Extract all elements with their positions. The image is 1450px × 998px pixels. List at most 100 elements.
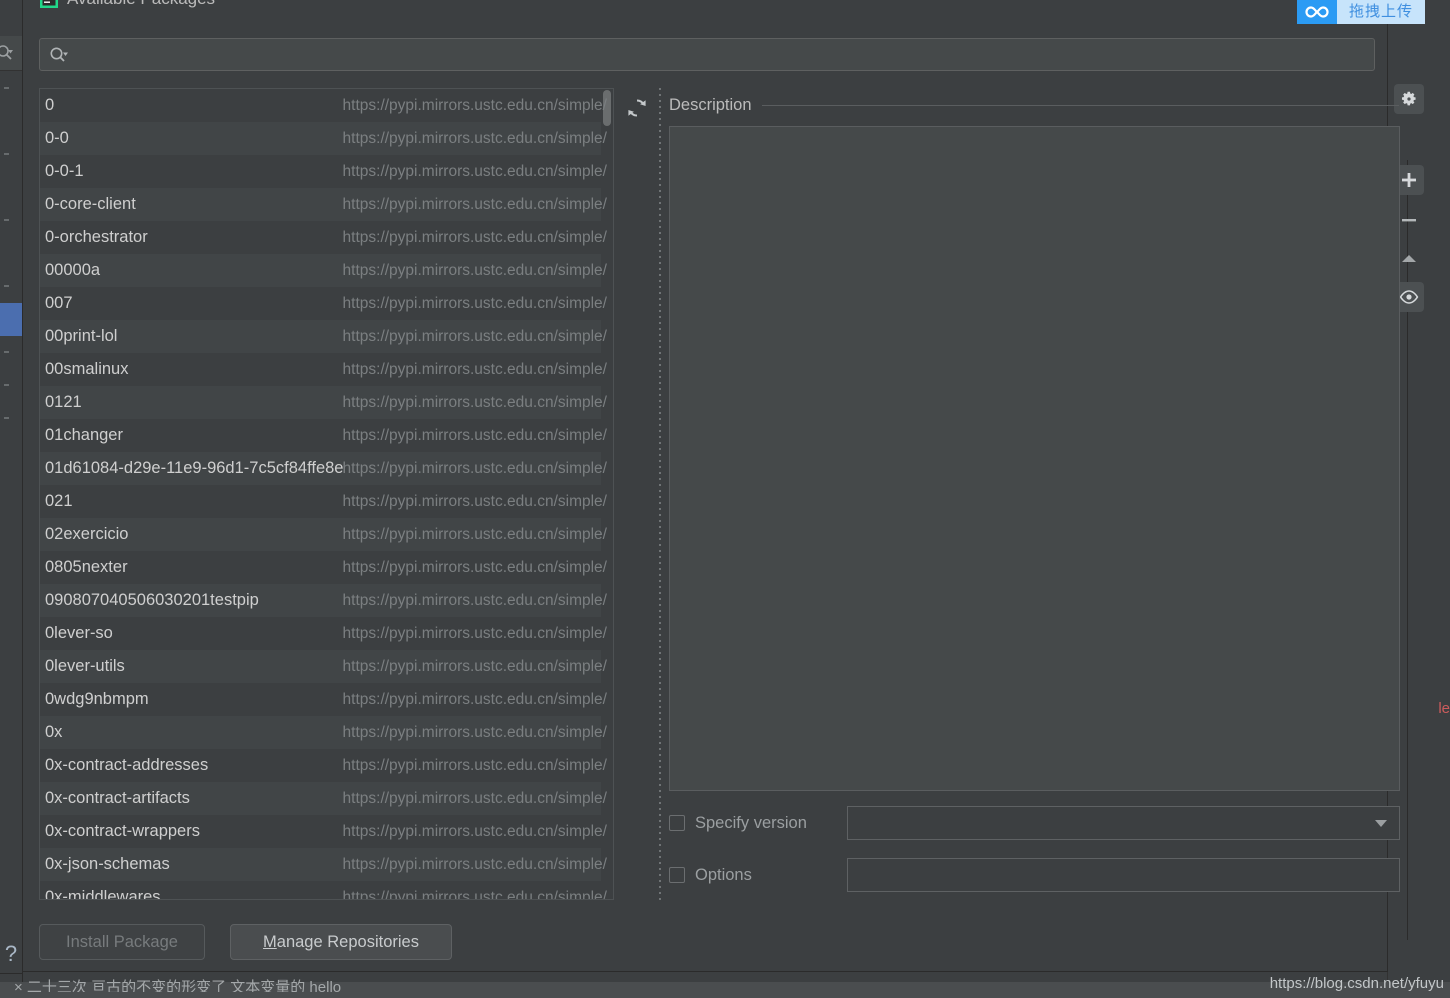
package-repository-url: https://pypi.mirrors.ustc.edu.cn/simple/ bbox=[342, 822, 607, 840]
list-item-selected[interactable] bbox=[0, 303, 22, 336]
package-row[interactable]: https://pypi.mirrors.ustc.edu.cn/simple/… bbox=[40, 881, 613, 899]
package-name: 0lever-utils bbox=[45, 657, 125, 675]
list-item[interactable] bbox=[0, 204, 22, 237]
options-label: Options bbox=[695, 865, 752, 884]
package-row[interactable]: https://pypi.mirrors.ustc.edu.cn/simple/… bbox=[40, 320, 613, 353]
version-select[interactable] bbox=[847, 806, 1400, 840]
package-row[interactable]: https://pypi.mirrors.ustc.edu.cn/simple/… bbox=[40, 485, 613, 518]
package-row[interactable]: https://pypi.mirrors.ustc.edu.cn/simple/… bbox=[40, 749, 613, 782]
options-input[interactable] bbox=[848, 859, 1399, 891]
list-item[interactable] bbox=[0, 600, 22, 633]
package-repository-url: https://pypi.mirrors.ustc.edu.cn/simple/ bbox=[342, 96, 607, 114]
list-item[interactable] bbox=[0, 864, 22, 897]
package-name: 007 bbox=[45, 294, 73, 312]
package-row[interactable]: https://pypi.mirrors.ustc.edu.cn/simple/… bbox=[40, 419, 613, 452]
package-name: 0wdg9nbmpm bbox=[45, 690, 149, 708]
list-item[interactable] bbox=[0, 897, 22, 930]
package-row[interactable]: https://pypi.mirrors.ustc.edu.cn/simple/… bbox=[40, 716, 613, 749]
package-row[interactable]: https://pypi.mirrors.ustc.edu.cn/simple/… bbox=[40, 89, 613, 122]
package-row[interactable]: https://pypi.mirrors.ustc.edu.cn/simple/… bbox=[40, 617, 613, 650]
list-item[interactable] bbox=[0, 369, 22, 402]
description-divider bbox=[761, 105, 1399, 106]
list-item[interactable] bbox=[0, 72, 22, 105]
dialog-title: Available Packages bbox=[39, 0, 215, 9]
package-row[interactable]: https://pypi.mirrors.ustc.edu.cn/simple/… bbox=[40, 452, 613, 485]
available-packages-list[interactable]: https://pypi.mirrors.ustc.edu.cn/simple/… bbox=[39, 88, 614, 900]
list-item[interactable] bbox=[0, 765, 22, 798]
bottom-status-strip: × 二十三次 亘古的不变的形变了 文本变量的 hello bbox=[0, 979, 1450, 998]
package-row[interactable]: https://pypi.mirrors.ustc.edu.cn/simple/… bbox=[40, 254, 613, 287]
package-row[interactable]: https://pypi.mirrors.ustc.edu.cn/simple/… bbox=[40, 683, 613, 716]
package-row[interactable]: https://pypi.mirrors.ustc.edu.cn/simple/… bbox=[40, 650, 613, 683]
available-packages-dialog: Available Packages https://pypi.mirrors.… bbox=[22, 0, 1400, 972]
specify-version-checkbox[interactable] bbox=[669, 815, 685, 831]
screenshot-root: ? le https://pypi.mirrors.ustc.edu.cn/si… bbox=[0, 0, 1450, 998]
package-repository-url: https://pypi.mirrors.ustc.edu.cn/simple/ bbox=[342, 525, 607, 543]
refresh-icon[interactable] bbox=[621, 92, 653, 124]
install-package-button[interactable]: Install Package bbox=[39, 924, 205, 960]
bullet-icon bbox=[4, 153, 9, 155]
package-row[interactable]: https://pypi.mirrors.ustc.edu.cn/simple/… bbox=[40, 848, 613, 881]
package-row[interactable]: https://pypi.mirrors.ustc.edu.cn/simple/… bbox=[40, 287, 613, 320]
package-row[interactable]: https://pypi.mirrors.ustc.edu.cn/simple/… bbox=[40, 551, 613, 584]
package-row[interactable]: https://pypi.mirrors.ustc.edu.cn/simple/… bbox=[40, 584, 613, 617]
background-search-field[interactable] bbox=[0, 36, 22, 71]
package-row[interactable]: https://pypi.mirrors.ustc.edu.cn/simple/… bbox=[40, 155, 613, 188]
search-input[interactable] bbox=[69, 45, 1374, 64]
package-name: 090807040506030201testpip bbox=[45, 591, 259, 609]
package-repository-url: https://pypi.mirrors.ustc.edu.cn/simple/ bbox=[342, 162, 607, 180]
bottom-ghost-text: × 二十三次 亘古的不变的形变了 文本变量的 hello bbox=[14, 979, 342, 992]
upload-badge[interactable]: 拖拽上传 bbox=[1297, 0, 1426, 24]
package-name: 00000a bbox=[45, 261, 101, 279]
list-item[interactable] bbox=[0, 633, 22, 666]
dialog-title-text: Available Packages bbox=[67, 0, 215, 9]
package-row[interactable]: https://pypi.mirrors.ustc.edu.cn/simple/… bbox=[40, 518, 613, 551]
options-checkbox[interactable] bbox=[669, 867, 685, 883]
pycharm-icon bbox=[39, 0, 59, 9]
options-field[interactable] bbox=[847, 858, 1400, 892]
package-name: 0x bbox=[45, 723, 63, 741]
list-item[interactable] bbox=[0, 105, 22, 138]
package-row[interactable]: https://pypi.mirrors.ustc.edu.cn/simple/… bbox=[40, 122, 613, 155]
list-item[interactable] bbox=[0, 501, 22, 534]
package-row[interactable]: https://pypi.mirrors.ustc.edu.cn/simple/… bbox=[40, 221, 613, 254]
list-item[interactable] bbox=[0, 666, 22, 699]
background-red-text-fragment: le bbox=[1438, 700, 1450, 717]
package-name: 0-orchestrator bbox=[45, 228, 148, 246]
package-name: 0-0 bbox=[45, 129, 69, 147]
watermark: https://blog.csdn.net/yfuyu bbox=[1269, 975, 1444, 992]
list-item[interactable] bbox=[0, 435, 22, 468]
manage-repositories-button[interactable]: Manage Repositories bbox=[230, 924, 452, 960]
list-item[interactable] bbox=[0, 732, 22, 765]
package-repository-url: https://pypi.mirrors.ustc.edu.cn/simple/ bbox=[342, 195, 607, 213]
package-name: 02exercicio bbox=[45, 525, 129, 543]
panel-splitter[interactable] bbox=[657, 88, 663, 900]
list-item[interactable] bbox=[0, 138, 22, 171]
package-repository-url: https://pypi.mirrors.ustc.edu.cn/simple/ bbox=[342, 294, 607, 312]
list-item[interactable] bbox=[0, 468, 22, 501]
list-item[interactable] bbox=[0, 237, 22, 270]
bullet-icon bbox=[4, 285, 9, 287]
help-icon[interactable]: ? bbox=[0, 934, 22, 974]
list-item[interactable] bbox=[0, 567, 22, 600]
package-row[interactable]: https://pypi.mirrors.ustc.edu.cn/simple/… bbox=[40, 386, 613, 419]
list-item[interactable] bbox=[0, 270, 22, 303]
package-row[interactable]: https://pypi.mirrors.ustc.edu.cn/simple/… bbox=[40, 188, 613, 221]
description-body bbox=[669, 126, 1400, 791]
list-item[interactable] bbox=[0, 171, 22, 204]
package-repository-url: https://pypi.mirrors.ustc.edu.cn/simple/ bbox=[342, 261, 607, 279]
bullet-icon bbox=[4, 384, 9, 386]
package-repository-url: https://pypi.mirrors.ustc.edu.cn/simple/ bbox=[342, 129, 607, 147]
list-item[interactable] bbox=[0, 699, 22, 732]
search-icon bbox=[0, 44, 13, 61]
package-repository-url: https://pypi.mirrors.ustc.edu.cn/simple/ bbox=[342, 558, 607, 576]
package-row[interactable]: https://pypi.mirrors.ustc.edu.cn/simple/… bbox=[40, 782, 613, 815]
search-field[interactable] bbox=[39, 38, 1375, 71]
list-item[interactable] bbox=[0, 336, 22, 369]
package-row[interactable]: https://pypi.mirrors.ustc.edu.cn/simple/… bbox=[40, 353, 613, 386]
list-item[interactable] bbox=[0, 831, 22, 864]
list-item[interactable] bbox=[0, 534, 22, 567]
package-row[interactable]: https://pypi.mirrors.ustc.edu.cn/simple/… bbox=[40, 815, 613, 848]
list-item[interactable] bbox=[0, 798, 22, 831]
list-item[interactable] bbox=[0, 402, 22, 435]
